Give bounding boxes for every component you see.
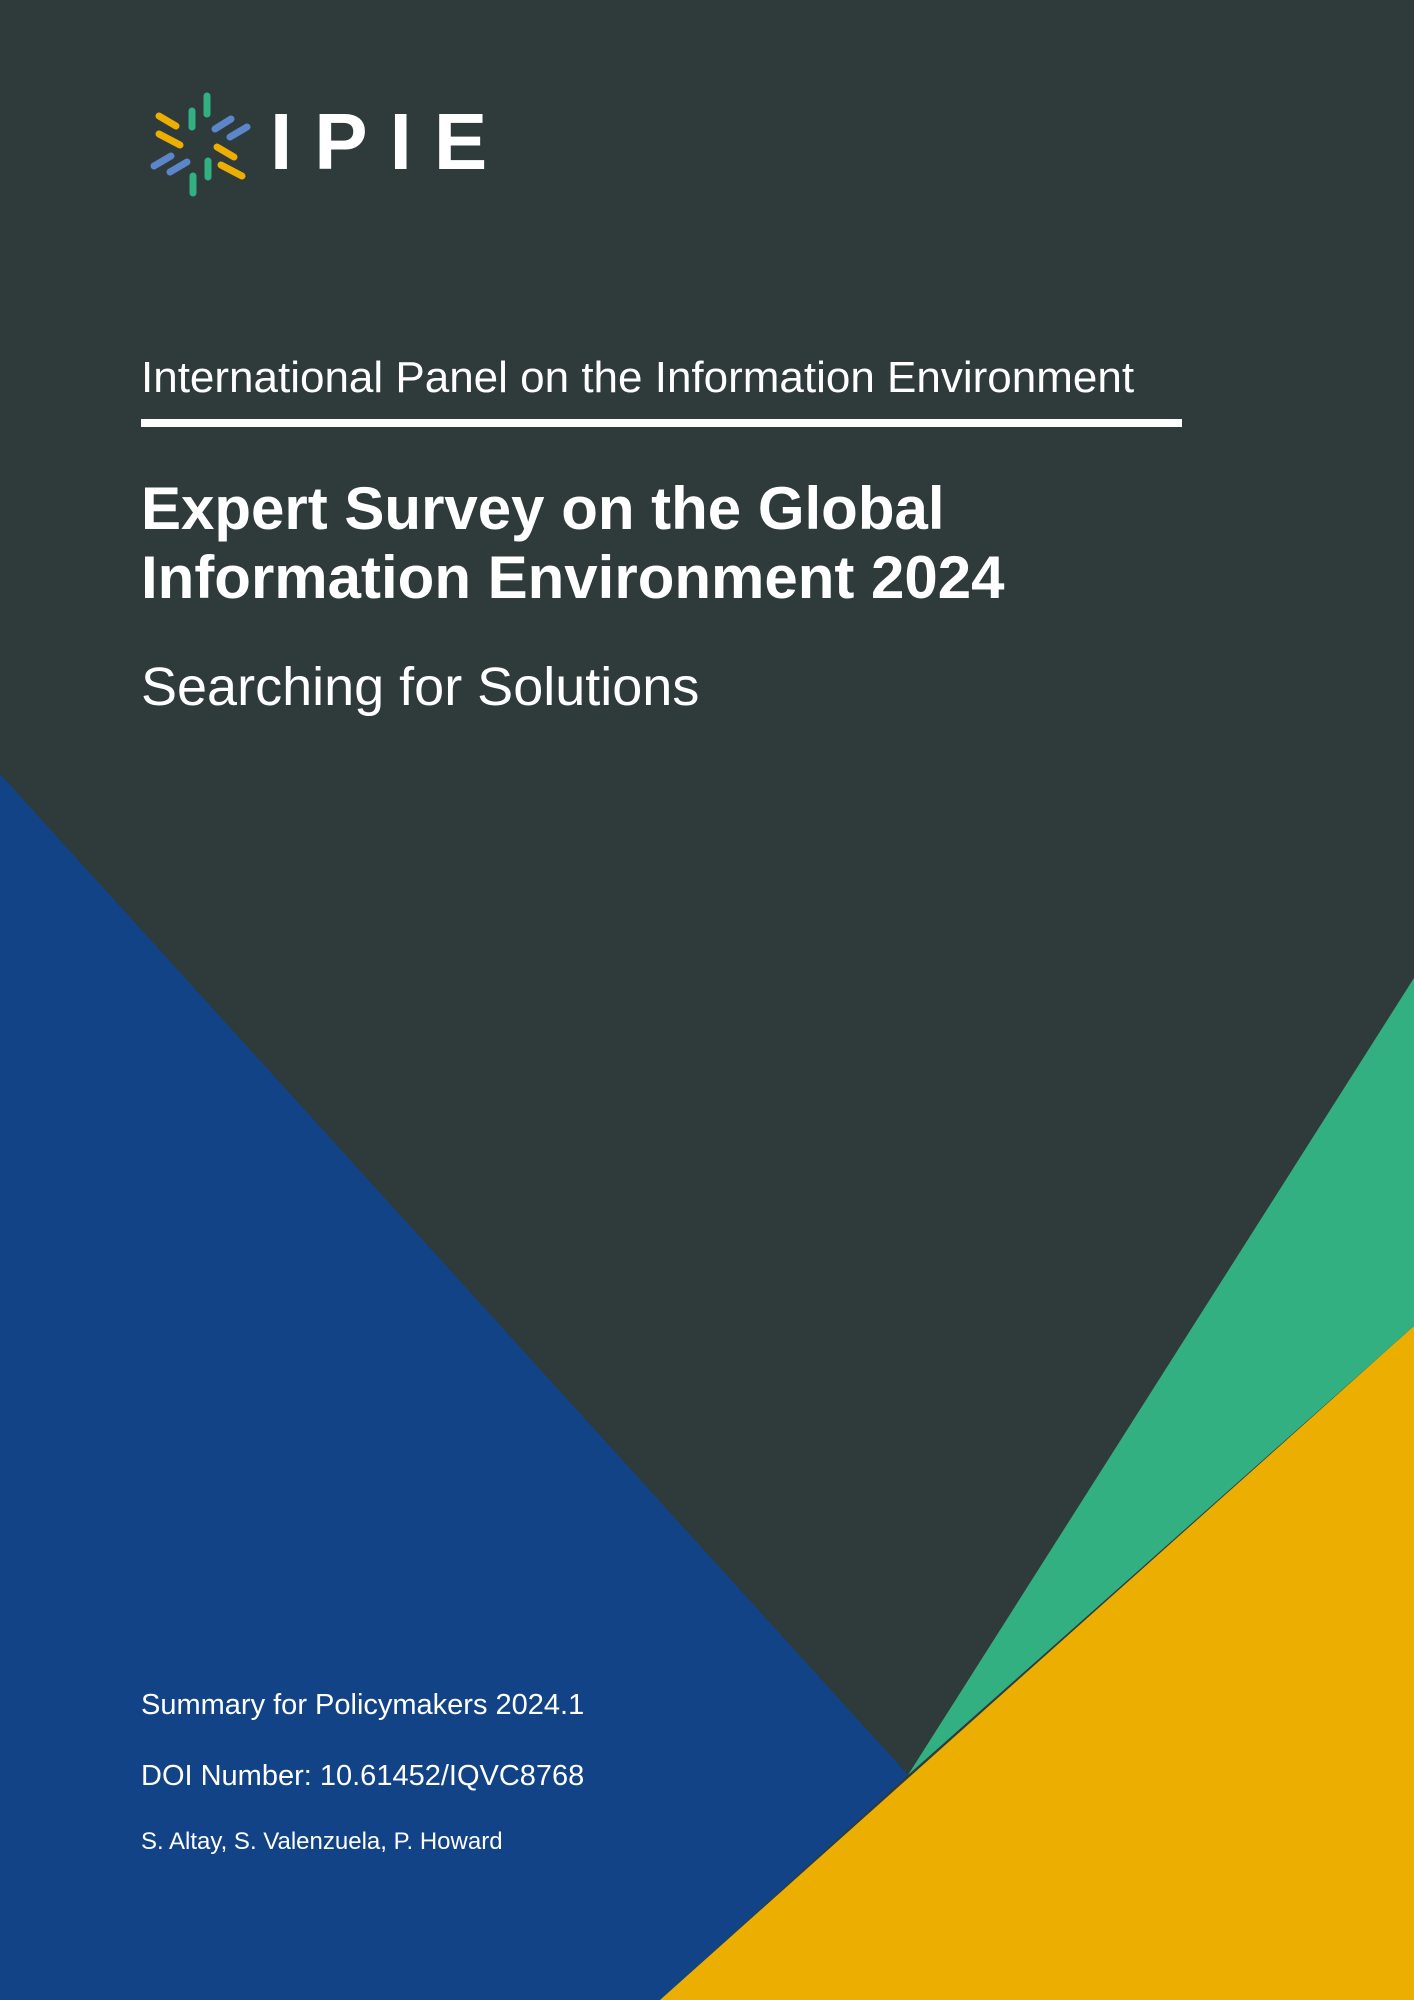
report-subtitle: Searching for Solutions — [141, 657, 700, 717]
ipie-starburst-icon — [150, 92, 251, 197]
report-title-line-2: Information Environment 2024 — [141, 544, 1005, 611]
organization-name: International Panel on the Information E… — [141, 353, 1135, 402]
authors-list: S. Altay, S. Valenzuela, P. Howard — [141, 1828, 503, 1855]
blue-triangle — [0, 774, 908, 2000]
ipie-logo: IPIE — [145, 84, 487, 204]
series-label: Summary for Policymakers 2024.1 — [141, 1689, 585, 1721]
logo-wordmark: IPIE — [270, 97, 510, 186]
doi-number: DOI Number: 10.61452/IQVC8768 — [141, 1760, 585, 1792]
report-title: Expert Survey on the Global Information … — [141, 474, 1241, 612]
title-divider — [141, 419, 1182, 427]
report-title-line-1: Expert Survey on the Global — [141, 475, 945, 542]
